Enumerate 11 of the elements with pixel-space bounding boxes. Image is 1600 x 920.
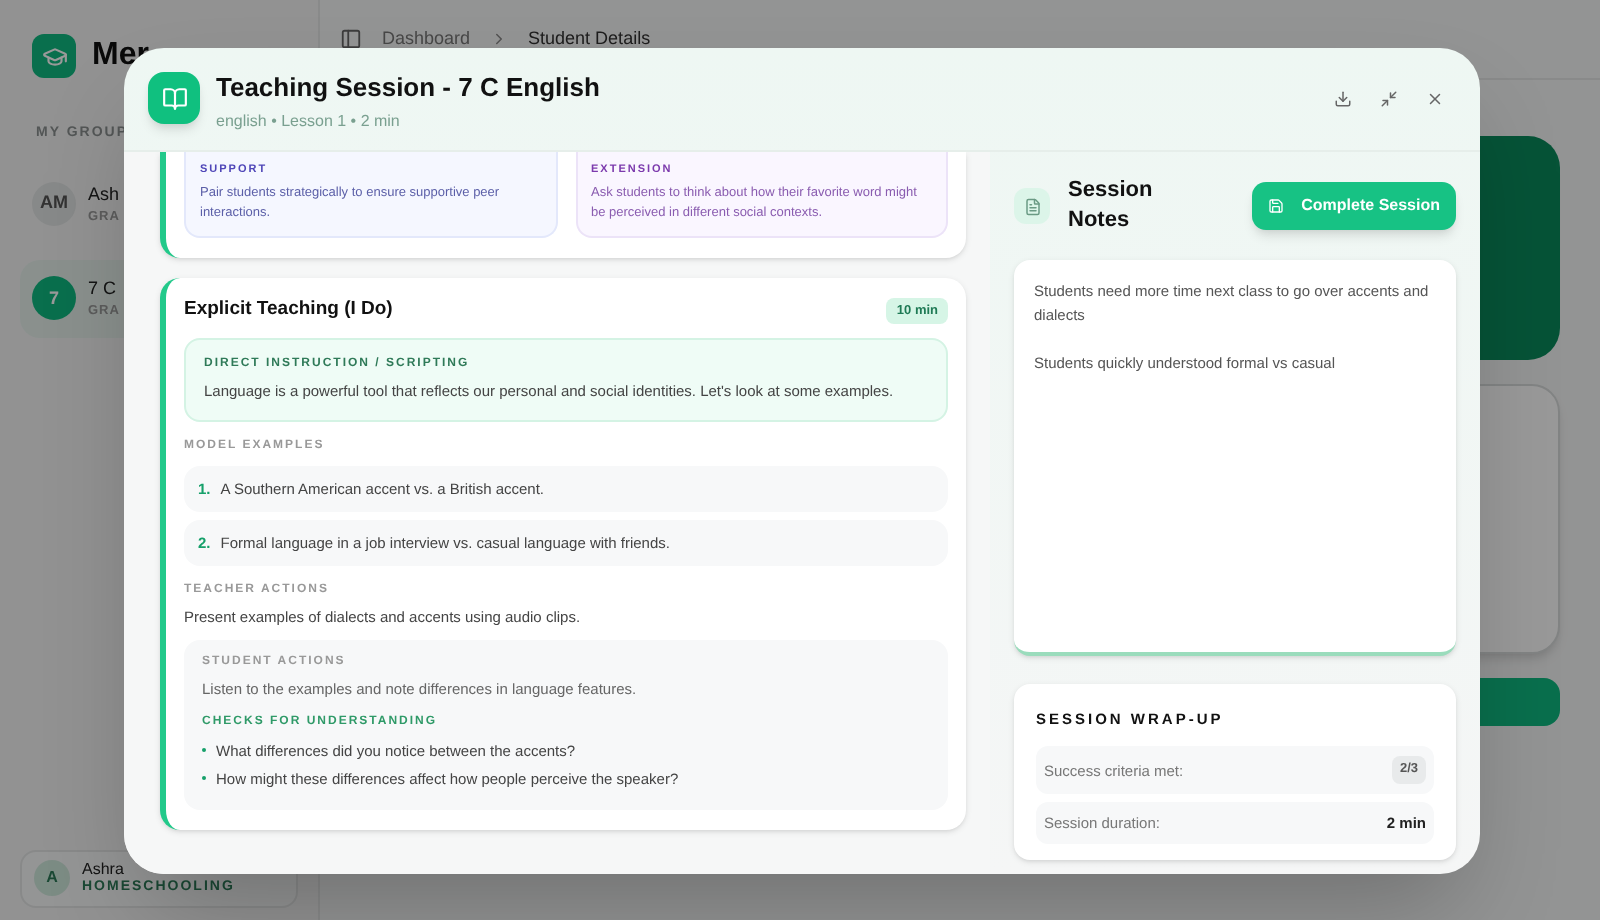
breadcrumb-item: Student Details <box>528 25 651 52</box>
group-avatar: AM <box>32 182 76 227</box>
modal-title: Teaching Session - 7 C English <box>216 72 600 104</box>
group-avatar: 7 <box>32 276 76 321</box>
modal-subtitle: english • Lesson 1 • 2 min <box>216 110 402 134</box>
phase-title: Explicit Teaching (I Do) <box>184 296 393 325</box>
notes-title: Session Notes <box>1068 176 1155 236</box>
user-avatar: A <box>34 860 70 897</box>
group-name: 7 C <box>88 275 119 302</box>
group-name: Ash <box>88 181 120 207</box>
user-name: Ashra <box>82 859 126 877</box>
